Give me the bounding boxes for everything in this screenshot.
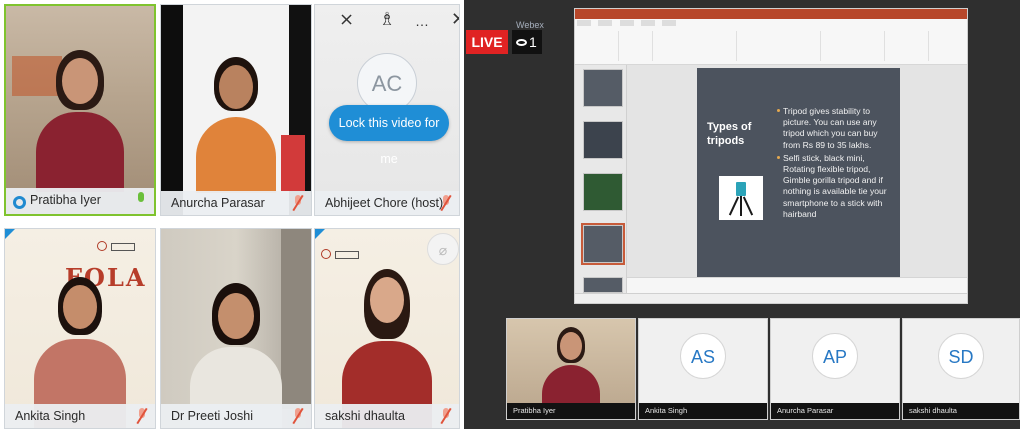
powerpoint-titlebar (575, 9, 967, 19)
eye-icon (516, 39, 527, 46)
slide-thumbnail[interactable] (583, 121, 623, 159)
participant-name-bar: sakshi dhaulta (315, 404, 459, 428)
avatar: SD (938, 333, 984, 379)
participant-name: sakshi dhaulta (903, 403, 1019, 419)
participant-thumb[interactable]: AS Ankita Singh (638, 318, 768, 420)
ribbon-tabs[interactable] (577, 20, 682, 28)
mic-muted-icon[interactable] (292, 407, 304, 425)
slide-thumbnail[interactable] (583, 173, 623, 211)
ribbon-group[interactable] (623, 31, 653, 61)
slide-thumbnail[interactable] (583, 69, 623, 107)
mic-muted-icon[interactable] (136, 407, 148, 425)
ribbon-group[interactable] (579, 31, 619, 61)
slide-canvas: Types of tripods Tripod gives stability … (627, 65, 967, 293)
participant-thumb[interactable]: AP Anurcha Parasar (770, 318, 900, 420)
participant-name-bar: Abhijeet Chore (host) (315, 191, 459, 215)
more-options-icon[interactable]: … (415, 13, 429, 29)
powerpoint-ribbon (575, 19, 967, 65)
organization-logo (321, 249, 373, 265)
participant-tile[interactable]: Dr Preeti Joshi (160, 228, 312, 429)
participant-tile[interactable]: Pratibha Iyer (4, 4, 156, 216)
pin-icon[interactable]: ⨯ (339, 9, 354, 30)
participant-name: Ankita Singh (639, 403, 767, 419)
participant-name: sakshi dhaulta (325, 409, 405, 423)
participant-figure (541, 327, 601, 411)
slide-bullet: Tripod gives stability to picture. You c… (777, 106, 895, 151)
slide-bullets: Tripod gives stability to picture. You c… (777, 106, 895, 222)
ribbon-group[interactable] (889, 31, 929, 61)
participant-name-bar: Anurcha Parasar (161, 191, 311, 215)
door-frame (281, 229, 311, 409)
mic-muted-icon[interactable] (292, 194, 304, 212)
viewer-count-value: 1 (529, 34, 537, 50)
close-icon[interactable]: ✕ (451, 9, 459, 30)
participant-video (6, 6, 154, 192)
participant-name-bar: Ankita Singh (5, 404, 155, 428)
slide-thumbnail-pane (575, 65, 627, 293)
webex-meeting-window: LIVE 1 Webex Types of tripods Tripod giv… (464, 0, 1020, 429)
mic-on-icon[interactable] (136, 192, 146, 208)
participant-name-bar: Pratibha Iyer (6, 188, 154, 214)
app-name: Webex (516, 20, 544, 30)
lock-video-icon[interactable]: ♗ (379, 9, 395, 30)
participant-name: Pratibha Iyer (30, 193, 101, 207)
participant-figure (35, 50, 125, 192)
avatar: AS (680, 333, 726, 379)
lock-video-button[interactable]: Lock this video for me (329, 105, 449, 166)
slide-bullet: Selfi stick, black mini, Rotating flexib… (777, 153, 895, 220)
current-slide: Types of tripods Tripod gives stability … (697, 68, 900, 282)
pin-icon[interactable]: ⌀ (427, 233, 459, 265)
organization-logo (97, 241, 149, 257)
participant-thumb[interactable]: Pratibha Iyer (506, 318, 636, 420)
corner-marker (315, 229, 325, 239)
notes-pane[interactable] (627, 277, 967, 293)
viewer-count: 1 (512, 30, 542, 54)
live-badge: LIVE (466, 30, 508, 54)
participant-name: Dr Preeti Joshi (171, 409, 253, 423)
mic-muted-icon[interactable] (440, 407, 452, 425)
participant-name: Ankita Singh (15, 409, 86, 423)
participant-tile[interactable]: ⨯ ♗ … ✕ AC Lock this video for me Abhije… (314, 4, 460, 216)
corner-marker (5, 229, 15, 239)
phone-icon (736, 182, 746, 196)
tripod-image (719, 176, 763, 220)
slide-thumbnail-selected[interactable] (581, 223, 625, 265)
participant-strip: Pratibha Iyer AS Ankita Singh AP Anurcha… (506, 318, 1020, 420)
participant-tile[interactable]: FOLA Ankita Singh (4, 228, 156, 429)
active-speaker-icon (13, 196, 26, 209)
mic-muted-icon[interactable] (440, 194, 452, 212)
participant-figure (191, 57, 281, 193)
avatar: AC (357, 53, 417, 113)
participant-name-bar: Dr Preeti Joshi (161, 404, 311, 428)
participant-video (161, 5, 311, 193)
ribbon-group[interactable] (825, 31, 885, 61)
powerpoint-statusbar (575, 293, 967, 303)
shared-screen-powerpoint: Types of tripods Tripod gives stability … (574, 8, 968, 304)
ribbon-group[interactable] (741, 31, 821, 61)
participant-name: Pratibha Iyer (507, 403, 635, 419)
participant-name: Abhijeet Chore (host) (325, 196, 444, 210)
tile-toolbar: ⨯ ♗ … ✕ (333, 9, 459, 35)
participant-tile[interactable]: ⌀ sakshi dhaulta (314, 228, 460, 429)
screenshot-root: Pratibha Iyer Anurcha Parasar ⨯ ♗ … AC L… (0, 0, 1020, 429)
slide-thumbnail[interactable] (583, 277, 623, 293)
participant-tile[interactable]: Anurcha Parasar (160, 4, 312, 216)
avatar: AP (812, 333, 858, 379)
slide-title: Types of tripods (707, 121, 752, 147)
ribbon-group[interactable] (657, 31, 737, 61)
video-gallery: Pratibha Iyer Anurcha Parasar ⨯ ♗ … AC L… (0, 0, 460, 429)
participant-name: Anurcha Parasar (771, 403, 899, 419)
participant-thumb[interactable]: SD sakshi dhaulta (902, 318, 1020, 420)
participant-name: Anurcha Parasar (171, 196, 265, 210)
chair-back (281, 135, 305, 191)
